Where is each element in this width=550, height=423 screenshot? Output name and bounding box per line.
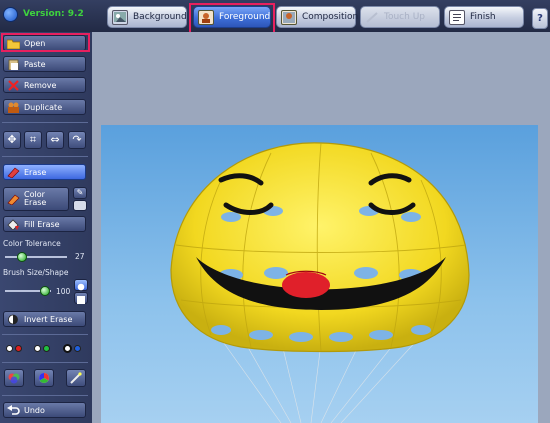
tab-composition-label: Composition	[302, 12, 359, 22]
tab-touch-up-label: Touch Up	[384, 12, 425, 22]
color-wheel-icon[interactable]	[34, 369, 54, 387]
help-button[interactable]: ?	[532, 8, 548, 29]
parasail-image	[170, 142, 470, 423]
color-tolerance-label: Color Tolerance	[3, 239, 61, 248]
swatch-blue-icon[interactable]	[74, 345, 81, 352]
app-logo-icon	[4, 8, 17, 21]
composition-icon	[281, 9, 297, 25]
sidebar-divider	[2, 395, 88, 396]
color-erase-button[interactable]: Color Erase	[3, 187, 69, 211]
layers-icon[interactable]	[4, 369, 24, 387]
erase-label: Erase	[24, 167, 47, 177]
paste-label: Paste	[24, 59, 46, 69]
fill-erase-label: Fill Erase	[24, 219, 60, 229]
finish-icon	[449, 9, 465, 25]
sidebar-divider	[2, 362, 88, 363]
tab-finish[interactable]: Finish	[444, 6, 524, 28]
eyedropper-icon[interactable]: ✎	[73, 187, 87, 199]
top-toolbar: Version: 9.2 Background Foreground Compo…	[0, 0, 550, 34]
duplicate-label: Duplicate	[24, 102, 63, 112]
brush-size-value: 100	[56, 287, 71, 296]
touch-up-icon	[365, 11, 379, 24]
brush-shape-square-icon[interactable]	[74, 292, 88, 304]
rotate-icon[interactable]: ↷	[68, 131, 86, 149]
foreground-tab-highlight	[189, 3, 275, 34]
brush-size-slider[interactable]	[40, 286, 50, 296]
flip-icon[interactable]: ⇔	[46, 131, 64, 149]
remove-button[interactable]: Remove	[3, 77, 86, 93]
color-tolerance-track[interactable]	[5, 256, 67, 258]
version-label: Version: 9.2	[23, 9, 84, 19]
color-erase-text: Color Erase	[24, 191, 46, 207]
swatch-white-icon	[6, 345, 13, 352]
background-icon	[112, 9, 128, 25]
swatch-selected-ring-icon	[63, 344, 72, 353]
invert-icon	[7, 314, 20, 325]
tab-touch-up[interactable]: Touch Up	[360, 6, 440, 28]
paste-button[interactable]: Paste	[3, 56, 86, 72]
color-tolerance-slider[interactable]	[17, 252, 27, 262]
paste-icon	[7, 59, 20, 70]
foreground-photo[interactable]	[101, 125, 538, 423]
move-icon[interactable]: ✥	[3, 131, 21, 149]
app-window: Version: 9.2 Background Foreground Compo…	[0, 0, 550, 423]
tab-finish-label: Finish	[470, 12, 496, 22]
tab-background[interactable]: Background	[107, 6, 187, 28]
fill-eraser-icon	[7, 218, 20, 230]
brush-shape-circle-icon[interactable]	[74, 279, 88, 291]
brush-size-label: Brush Size/Shape	[3, 268, 69, 277]
color-eraser-icon	[7, 194, 20, 205]
invert-erase-label: Invert Erase	[24, 314, 73, 324]
duplicate-button[interactable]: Duplicate	[3, 99, 86, 115]
wand-icon[interactable]	[66, 369, 86, 387]
swatch-green-icon[interactable]	[43, 345, 50, 352]
open-button-highlight	[1, 33, 90, 52]
sidebar-divider	[2, 334, 88, 335]
invert-erase-button[interactable]: Invert Erase	[3, 311, 86, 327]
sidebar-divider	[2, 156, 88, 157]
undo-icon	[7, 404, 20, 416]
duplicate-icon	[7, 102, 20, 113]
erase-button[interactable]: Erase	[3, 164, 86, 180]
color-erase-label-line2: Erase	[24, 198, 47, 207]
crop-icon[interactable]: ⌗	[24, 131, 42, 149]
color-swatch-small[interactable]	[73, 200, 87, 211]
remove-icon	[7, 79, 20, 91]
swatch-red-icon[interactable]	[15, 345, 22, 352]
remove-label: Remove	[24, 80, 57, 90]
color-tolerance-value: 27	[75, 252, 85, 261]
eraser-icon	[7, 167, 20, 178]
sidebar: Open Paste Remove Duplicate ✥ ⌗ ⇔ ↷ Eras…	[0, 32, 92, 423]
tab-background-label: Background	[133, 12, 187, 22]
tab-composition[interactable]: Composition	[276, 6, 359, 28]
undo-label: Undo	[24, 405, 45, 415]
fill-erase-button[interactable]: Fill Erase	[3, 216, 86, 232]
sidebar-divider	[2, 122, 88, 123]
swatch-white-icon	[34, 345, 41, 352]
undo-button[interactable]: Undo	[3, 402, 86, 418]
